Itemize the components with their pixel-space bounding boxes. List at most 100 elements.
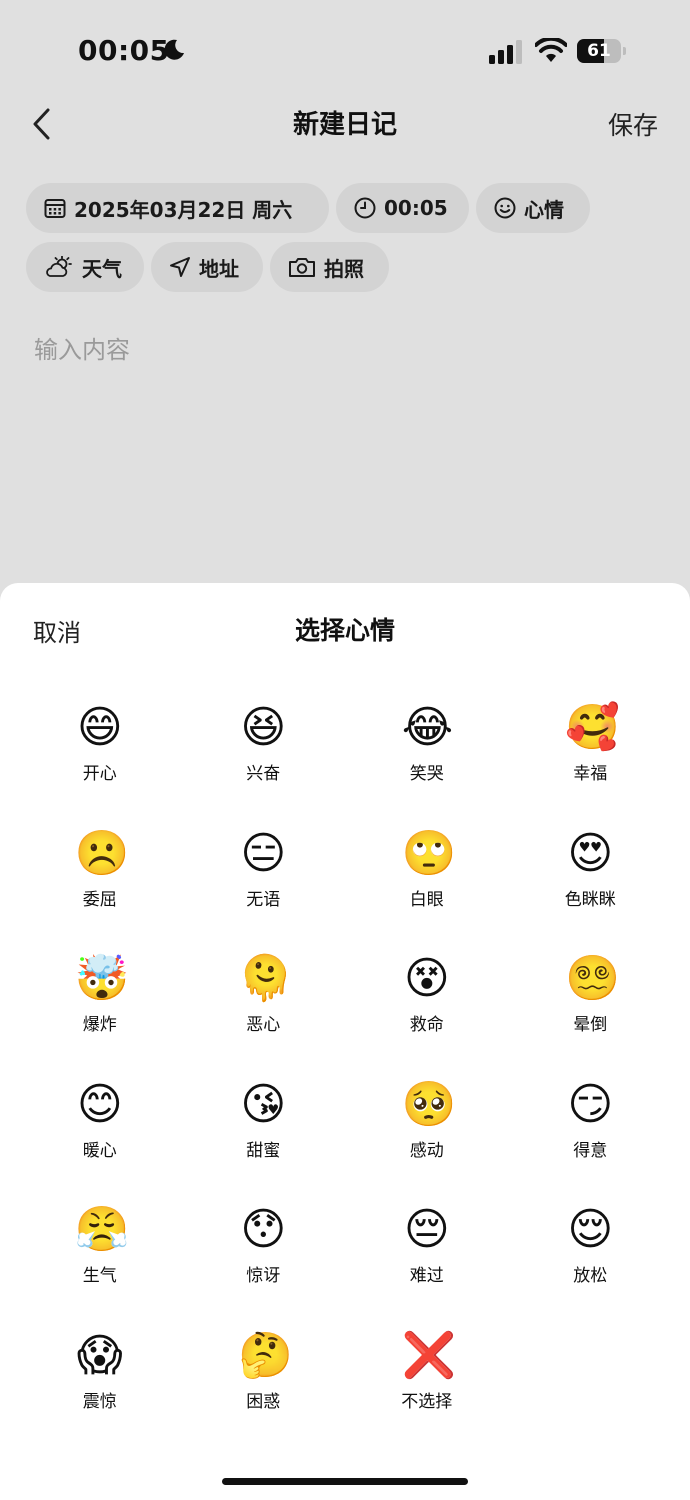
sheet-title: 选择心情 xyxy=(294,616,395,645)
mood-label: 委屈 xyxy=(82,889,117,910)
mood-emoji-icon: 🥰 xyxy=(565,702,621,753)
save-button[interactable]: 保存 xyxy=(608,106,658,142)
mood-emoji-icon: 😤 xyxy=(74,1204,130,1255)
mood-option[interactable]: 😏 得意 xyxy=(509,1078,673,1206)
mood-label: 色眯眯 xyxy=(564,889,616,910)
mood-emoji-icon: 😍 xyxy=(567,827,614,879)
mood-grid: 😄 开心 😆 兴奋 😂 笑哭 🥰 幸福 ☹️ 委屈 😑 无语 🙄 白眼 😍 色眯眯 🤯 爆炸 🫠 恶心 😵 救命 😵‍💫 晕倒… xyxy=(18,703,672,1456)
mood-label: 困惑 xyxy=(246,1391,281,1412)
camera-icon xyxy=(289,258,315,277)
time-chip[interactable]: 00:05 xyxy=(336,183,469,233)
status-time: 00:05 xyxy=(78,34,170,67)
mood-emoji-icon: 😱 xyxy=(76,1329,123,1381)
mood-option[interactable]: 😆 兴奋 xyxy=(182,703,346,829)
mood-label: 无语 xyxy=(246,889,281,910)
cellular-signal-icon xyxy=(489,40,522,64)
mood-label: 幸福 xyxy=(573,764,608,784)
mood-emoji-icon: 😄 xyxy=(76,702,123,753)
wifi-icon xyxy=(535,38,567,62)
mood-option[interactable]: 🤔 困惑 xyxy=(182,1329,346,1457)
mood-emoji-icon: 🤔 xyxy=(238,1329,294,1381)
mood-label: 难过 xyxy=(409,1266,444,1286)
mood-label: 不选择 xyxy=(401,1391,453,1412)
mood-emoji-icon: 😔 xyxy=(403,1204,450,1255)
mood-emoji-icon: 😑 xyxy=(240,827,287,879)
mood-picker-sheet: 取消 选择心情 😄 开心 😆 兴奋 😂 笑哭 🥰 幸福 ☹️ 委屈 😑 无语 🙄 白眼 😍 色眯眯 🤯 爆炸 🫠 恶心… xyxy=(0,583,690,1500)
mood-label: 晕倒 xyxy=(573,1015,608,1035)
mood-emoji-icon: 😵 xyxy=(403,953,450,1004)
mood-label: 救命 xyxy=(409,1015,444,1035)
mood-label: 震惊 xyxy=(82,1391,117,1412)
mood-option[interactable]: 🥰 幸福 xyxy=(509,703,673,829)
mood-option[interactable]: 🥺 感动 xyxy=(345,1078,509,1206)
mood-emoji-icon: 😘 xyxy=(240,1078,287,1130)
mood-emoji-icon: 😏 xyxy=(567,1078,614,1130)
page-title: 新建日记 xyxy=(292,110,397,140)
mood-label: 爆炸 xyxy=(82,1015,117,1035)
mood-emoji-icon: 😊 xyxy=(76,1078,123,1130)
mood-chip[interactable]: 心情 xyxy=(476,183,590,233)
home-indicator xyxy=(222,1478,468,1485)
photo-label: 拍照 xyxy=(324,256,364,281)
mood-emoji-icon: 😆 xyxy=(240,702,287,753)
photo-chip[interactable]: 拍照 xyxy=(270,242,389,292)
moon-icon xyxy=(164,39,184,60)
mood-option[interactable]: 😘 甜蜜 xyxy=(182,1078,346,1206)
mood-option[interactable]: 😵 救命 xyxy=(345,954,509,1080)
mood-label: 恶心 xyxy=(246,1015,281,1035)
mood-option[interactable]: 😔 难过 xyxy=(345,1205,509,1331)
weather-icon xyxy=(46,256,72,277)
mood-label: 甜蜜 xyxy=(246,1140,281,1161)
mood-option[interactable]: ☹️ 委屈 xyxy=(18,827,182,955)
mood-option[interactable]: ❌ 不选择 xyxy=(345,1329,509,1457)
time-label: 00:05 xyxy=(384,196,448,220)
mood-label: 放松 xyxy=(573,1266,608,1286)
date-label: 2025年03月22日 周六 xyxy=(74,197,293,222)
mood-label: 生气 xyxy=(82,1266,117,1286)
mood-label: 开心 xyxy=(82,764,117,784)
mood-option[interactable]: 😵‍💫 晕倒 xyxy=(509,954,673,1080)
mood-label: 白眼 xyxy=(409,889,444,910)
mood-emoji-icon: 🫠 xyxy=(238,953,294,1004)
mood-emoji-icon: ☹️ xyxy=(74,827,130,879)
content-input[interactable]: 输入内容 xyxy=(34,330,130,365)
clock-icon xyxy=(354,197,376,219)
mood-option[interactable]: 😂 笑哭 xyxy=(345,703,509,829)
location-arrow-icon xyxy=(170,257,190,277)
mood-label: 心情 xyxy=(524,197,564,222)
mood-label: 惊讶 xyxy=(246,1266,281,1286)
smiley-icon xyxy=(494,197,516,219)
mood-option[interactable]: 😑 无语 xyxy=(182,827,346,955)
mood-option[interactable]: 😄 开心 xyxy=(18,703,182,829)
mood-emoji-icon: 😂 xyxy=(401,702,454,753)
mood-option[interactable]: 😊 暖心 xyxy=(18,1078,182,1206)
mood-option[interactable]: 😯 惊讶 xyxy=(182,1205,346,1331)
mood-emoji-icon: 🥺 xyxy=(401,1078,457,1130)
mood-emoji-icon: 😌 xyxy=(567,1204,614,1255)
mood-option[interactable]: 🤯 爆炸 xyxy=(18,954,182,1080)
mood-option[interactable]: 😍 色眯眯 xyxy=(509,827,673,955)
mood-option[interactable]: 😱 震惊 xyxy=(18,1329,182,1457)
mood-label: 感动 xyxy=(409,1140,444,1161)
mood-emoji-icon: ❌ xyxy=(401,1329,457,1381)
mood-option[interactable]: 🫠 恶心 xyxy=(182,954,346,1080)
calendar-icon xyxy=(44,199,66,218)
mood-emoji-icon: 😯 xyxy=(240,1204,287,1255)
date-chip[interactable]: 2025年03月22日 周六 xyxy=(26,183,329,233)
mood-option[interactable]: 😌 放松 xyxy=(509,1205,673,1331)
location-chip[interactable]: 地址 xyxy=(151,242,263,292)
battery-indicator: 61 xyxy=(577,39,627,63)
status-bar: 00:05 61 xyxy=(0,0,690,100)
mood-emoji-icon: 🤯 xyxy=(74,953,130,1004)
weather-label: 天气 xyxy=(82,256,122,281)
battery-percent: 61 xyxy=(587,41,611,61)
mood-label: 得意 xyxy=(573,1140,608,1161)
mood-option[interactable]: 🙄 白眼 xyxy=(345,827,509,955)
mood-option[interactable]: 😤 生气 xyxy=(18,1205,182,1331)
location-label: 地址 xyxy=(199,256,239,281)
mood-emoji-icon: 🙄 xyxy=(401,827,457,879)
mood-label: 暖心 xyxy=(82,1140,117,1161)
mood-emoji-icon: 😵‍💫 xyxy=(565,953,621,1004)
mood-label: 笑哭 xyxy=(409,764,444,784)
weather-chip[interactable]: 天气 xyxy=(26,242,144,292)
